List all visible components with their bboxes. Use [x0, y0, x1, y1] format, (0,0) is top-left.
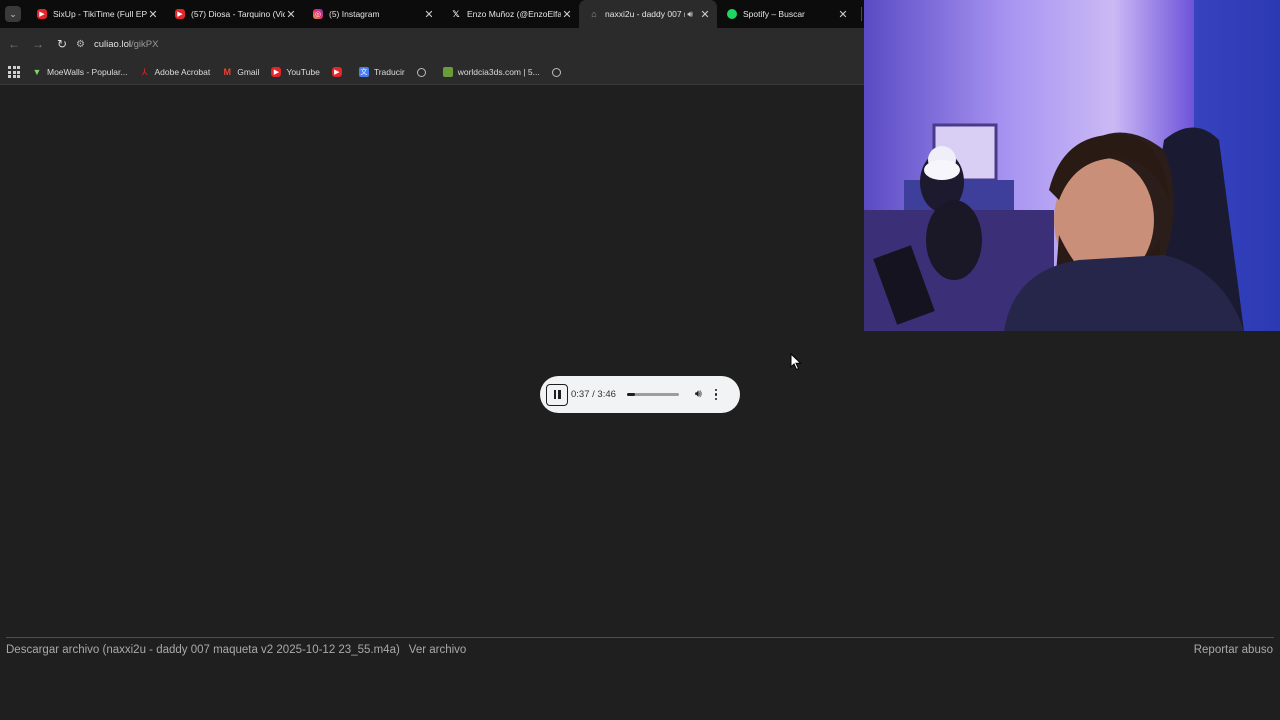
tab-title: Enzo Muñoz (@EnzoElfac: [467, 9, 561, 19]
playback-time: 0:37 / 3:46: [571, 389, 616, 400]
x-icon: 𝕏: [452, 8, 460, 19]
bookmark-label: worldcia3ds.com | 5...: [457, 67, 540, 77]
globe-icon: [416, 67, 426, 77]
tab-sixup[interactable]: ▶ SixUp - TikiTime (Full EP) ✕: [27, 0, 165, 28]
seek-progress: [626, 393, 636, 396]
youtube-icon: ▶: [331, 67, 342, 77]
tab-title: SixUp - TikiTime (Full EP): [53, 9, 147, 19]
download-link[interactable]: Descargar archivo (naxxi2u - daddy 007 m…: [6, 644, 400, 656]
close-icon[interactable]: ✕: [147, 8, 159, 21]
bookmark-label: YouTube: [286, 67, 320, 77]
pause-icon: [553, 390, 561, 399]
bookmark-moewalls[interactable]: ▼ MoeWalls - Popular...: [32, 67, 128, 77]
translate-icon: 文: [358, 67, 369, 77]
tab-divider: [861, 7, 862, 21]
bookmark-globe-2[interactable]: [551, 67, 566, 77]
apps-grid-icon[interactable]: [8, 66, 20, 78]
close-icon[interactable]: ✕: [837, 8, 849, 21]
tab-strip: ⌄ ▶ SixUp - TikiTime (Full EP) ✕ ▶ (57) …: [0, 0, 864, 28]
volume-icon[interactable]: 🔊︎: [695, 388, 702, 401]
bookmark-label: Adobe Acrobat: [154, 67, 211, 77]
browser-toolbar: ← → ↻ ⚙︎ culiao.lol/gikPX: [0, 28, 864, 60]
tab-title: (5) Instagram: [329, 9, 380, 19]
gmail-icon: M: [223, 67, 231, 77]
close-icon[interactable]: ✕: [699, 8, 711, 21]
url-host: culiao.lol: [94, 38, 131, 50]
site-icon: [442, 67, 453, 77]
more-options-icon[interactable]: [714, 388, 718, 401]
bookmark-label: Traducir: [373, 67, 405, 77]
arrow-left-icon: ←: [8, 37, 20, 51]
bookmark-label: MoeWalls - Popular...: [47, 67, 128, 77]
acrobat-icon: ⅄: [141, 66, 148, 77]
bookmarks-bar: ▼ MoeWalls - Popular... ⅄ Adobe Acrobat MG…: [0, 60, 864, 85]
bookmark-worldcia3ds[interactable]: worldcia3ds.com | 5...: [442, 67, 540, 77]
url-path: /gikPX: [130, 38, 159, 50]
arrow-right-icon: →: [32, 37, 44, 51]
document-icon: ⌂: [591, 9, 597, 19]
tab-spotify[interactable]: Spotify – Buscar ✕: [717, 0, 855, 28]
bookmark-acrobat[interactable]: ⅄ Adobe Acrobat: [139, 66, 211, 78]
spotify-icon: [727, 9, 737, 19]
bookmark-globe[interactable]: [416, 67, 431, 77]
close-icon[interactable]: ✕: [423, 8, 435, 21]
seek-slider[interactable]: [626, 393, 679, 396]
close-icon[interactable]: ✕: [561, 8, 573, 21]
bookmark-label: Gmail: [237, 67, 260, 77]
back-button[interactable]: ←: [2, 32, 26, 56]
site-settings-icon[interactable]: ⚙︎: [76, 39, 88, 50]
tab-instagram[interactable]: ◎ (5) Instagram ✕: [303, 0, 441, 28]
tab-title: (57) Diosa - Tarquino (Vid: [191, 9, 285, 19]
address-bar[interactable]: ⚙︎ culiao.lol/gikPX: [76, 32, 158, 56]
tab-search-button[interactable]: ⌄: [5, 6, 21, 22]
webcam-feed-image: [864, 0, 1280, 331]
view-file-link[interactable]: Ver archivo: [409, 644, 467, 656]
chevron-down-icon: ⌄: [9, 8, 17, 19]
globe-icon: [551, 67, 561, 77]
youtube-icon: ▶: [37, 9, 47, 19]
webcam-overlay: [864, 0, 1280, 331]
reload-icon: ↻: [56, 37, 68, 51]
speaker-icon[interactable]: 🔊︎: [687, 9, 693, 20]
tab-naxxi2u[interactable]: ⌂ naxxi2u - daddy 007 m 🔊︎ ✕: [579, 0, 717, 28]
mouse-cursor-icon: [790, 353, 802, 371]
bookmark-youtube-2[interactable]: ▶: [331, 67, 347, 77]
youtube-icon: ▶: [271, 67, 282, 77]
report-abuse-link[interactable]: Reportar abuso: [1194, 644, 1273, 656]
bookmark-gmail[interactable]: M Gmail: [222, 67, 259, 77]
instagram-icon: ◎: [313, 9, 323, 19]
footer-links: Descargar archivo (naxxi2u - daddy 007 m…: [6, 644, 466, 656]
forward-button[interactable]: →: [26, 32, 50, 56]
tab-diosa[interactable]: ▶ (57) Diosa - Tarquino (Vid ✕: [165, 0, 303, 28]
footer-divider: [6, 637, 1274, 638]
audio-player: 0:37 / 3:46 🔊︎: [540, 376, 740, 413]
tab-title: Spotify – Buscar: [743, 9, 805, 19]
bookmark-traducir[interactable]: 文 Traducir: [358, 67, 405, 77]
close-icon[interactable]: ✕: [285, 8, 297, 21]
bookmark-youtube[interactable]: ▶ YouTube: [271, 67, 320, 77]
tab-x[interactable]: 𝕏 Enzo Muñoz (@EnzoElfac ✕: [441, 0, 579, 28]
moewalls-icon: ▼: [32, 67, 42, 77]
pause-button[interactable]: [546, 383, 568, 406]
youtube-icon: ▶: [175, 9, 185, 19]
reload-button[interactable]: ↻: [50, 32, 74, 56]
tab-title: naxxi2u - daddy 007 m: [605, 9, 686, 19]
